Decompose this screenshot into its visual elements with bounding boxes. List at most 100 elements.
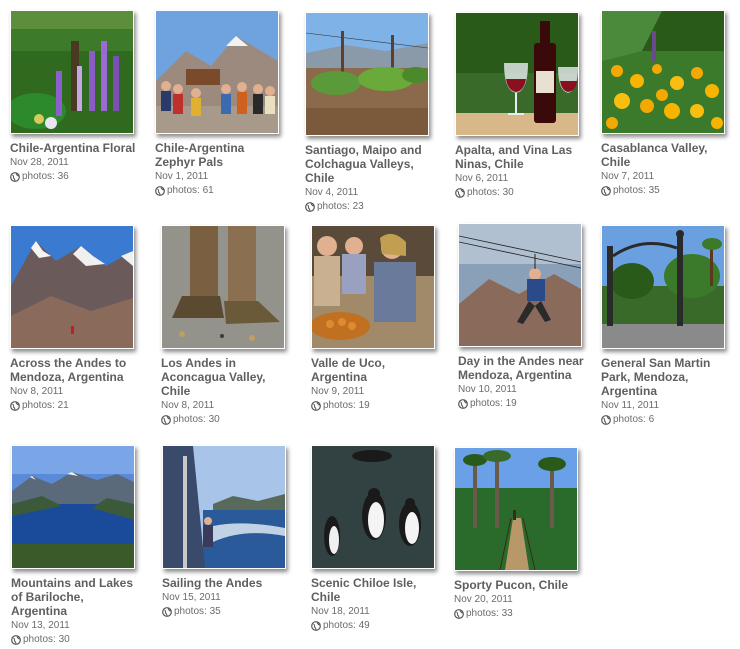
photo-count: photos: 35 [601,185,729,197]
photo-count-label: photos: 33 [466,608,513,619]
photo-count: photos: 30 [11,634,139,646]
photo-count-label: photos: 30 [467,187,514,198]
album-thumbnail[interactable] [311,445,435,569]
album-thumbnail[interactable] [601,225,725,349]
album-thumbnail[interactable] [305,12,429,136]
poppies-photo [602,11,724,133]
album-date: Nov 6, 2011 [455,173,509,184]
album-title[interactable]: Apalta, and Vina Las Ninas, Chile [455,143,583,171]
people-photo [312,226,434,348]
photo-count: photos: 30 [161,414,289,426]
album-card[interactable]: Sailing the Andes Nov 15, 2011 photos: 3… [162,445,290,618]
album-thumbnail[interactable] [155,10,279,134]
vineyard-photo [306,13,428,135]
album-thumbnail[interactable] [601,10,725,134]
album-title[interactable]: Day in the Andes near Mendoza, Argentina [458,354,586,382]
bridge-photo [455,448,577,570]
album-card[interactable]: Casablanca Valley, Chile Nov 7, 2011 pho… [601,10,729,197]
globe-icon [10,401,20,411]
album-date: Nov 9, 2011 [311,386,365,397]
album-date: Nov 13, 2011 [11,620,70,631]
album-thumbnail[interactable] [454,447,578,571]
album-card[interactable]: Mountains and Lakes of Bariloche, Argent… [11,445,139,646]
album-thumbnail[interactable] [455,12,579,136]
globe-icon [455,188,465,198]
album-card[interactable]: Chile-Argentina Zephyr Pals Nov 1, 2011 … [155,10,283,197]
album-date: Nov 7, 2011 [601,171,655,182]
album-date: Nov 11, 2011 [601,400,660,411]
lake-photo [12,446,134,568]
album-card[interactable]: Chile-Argentina Floral Nov 28, 2011 phot… [10,10,138,183]
album-title[interactable]: Across the Andes to Mendoza, Argentina [10,356,138,384]
globe-icon [155,186,165,196]
album-card[interactable]: General San Martin Park, Mendoza, Argent… [601,225,729,426]
mountains-photo [11,226,133,348]
album-date: Nov 8, 2011 [10,386,64,397]
flowers-photo [11,11,133,133]
globe-icon [311,401,321,411]
photo-count-label: photos: 36 [22,171,69,182]
group-photo [156,11,278,133]
album-thumbnail[interactable] [162,445,286,569]
album-thumbnail[interactable] [161,225,285,349]
globe-icon [10,172,20,182]
globe-icon [458,399,468,409]
album-title[interactable]: Mountains and Lakes of Bariloche, Argent… [11,576,139,618]
album-title[interactable]: Sporty Pucon, Chile [454,578,582,592]
album-title[interactable]: Los Andes in Aconcagua Valley, Chile [161,356,289,398]
album-date: Nov 10, 2011 [458,384,517,395]
album-date: Nov 8, 2011 [161,400,215,411]
globe-icon [454,609,464,619]
album-card[interactable]: Valle de Uco, Argentina Nov 9, 2011 phot… [311,225,439,412]
wine-photo [456,13,578,135]
album-title[interactable]: Casablanca Valley, Chile [601,141,729,169]
photo-count: photos: 23 [305,201,433,213]
album-card[interactable]: Day in the Andes near Mendoza, Argentina… [458,223,586,410]
photo-count: photos: 49 [311,620,439,632]
photo-count-label: photos: 49 [323,620,370,631]
album-title[interactable]: Chile-Argentina Floral [10,141,138,155]
boat-photo [163,446,285,568]
album-card[interactable]: Scenic Chiloe Isle, Chile Nov 18, 2011 p… [311,445,439,632]
album-card[interactable]: Across the Andes to Mendoza, Argentina N… [10,225,138,412]
album-title[interactable]: Scenic Chiloe Isle, Chile [311,576,439,604]
album-thumbnail[interactable] [10,10,134,134]
penguins-photo [312,446,434,568]
photo-count: photos: 33 [454,608,582,620]
globe-icon [305,202,315,212]
globe-icon [162,607,172,617]
zipline-photo [459,224,581,346]
photo-count: photos: 21 [10,400,138,412]
photo-count-label: photos: 19 [323,400,370,411]
photo-count-label: photos: 19 [470,398,517,409]
album-date: Nov 4, 2011 [305,187,359,198]
album-thumbnail[interactable] [458,223,582,347]
photo-count-label: photos: 35 [174,606,221,617]
photo-count: photos: 6 [601,414,729,426]
album-title[interactable]: Chile-Argentina Zephyr Pals [155,141,283,169]
album-thumbnail[interactable] [311,225,435,349]
photo-count: photos: 19 [458,398,586,410]
globe-icon [161,415,171,425]
globe-icon [311,621,321,631]
photo-count: photos: 19 [311,400,439,412]
album-card[interactable]: Sporty Pucon, Chile Nov 20, 2011 photos:… [454,447,582,620]
boots-photo [162,226,284,348]
album-thumbnail[interactable] [11,445,135,569]
album-card[interactable]: Apalta, and Vina Las Ninas, Chile Nov 6,… [455,12,583,199]
photo-count-label: photos: 6 [613,414,655,425]
album-title[interactable]: General San Martin Park, Mendoza, Argent… [601,356,729,398]
photo-count-label: photos: 23 [317,201,364,212]
album-date: Nov 1, 2011 [155,171,209,182]
album-thumbnail[interactable] [10,225,134,349]
album-title[interactable]: Valle de Uco, Argentina [311,356,439,384]
photo-count-label: photos: 30 [23,634,70,645]
photo-count-label: photos: 21 [22,400,69,411]
photo-count: photos: 36 [10,171,138,183]
album-card[interactable]: Los Andes in Aconcagua Valley, Chile Nov… [161,225,289,426]
album-card[interactable]: Santiago, Maipo and Colchagua Valleys, C… [305,12,433,213]
photo-count-label: photos: 61 [167,185,214,196]
album-date: Nov 20, 2011 [454,594,513,605]
album-title[interactable]: Santiago, Maipo and Colchagua Valleys, C… [305,143,433,185]
album-title[interactable]: Sailing the Andes [162,576,290,590]
